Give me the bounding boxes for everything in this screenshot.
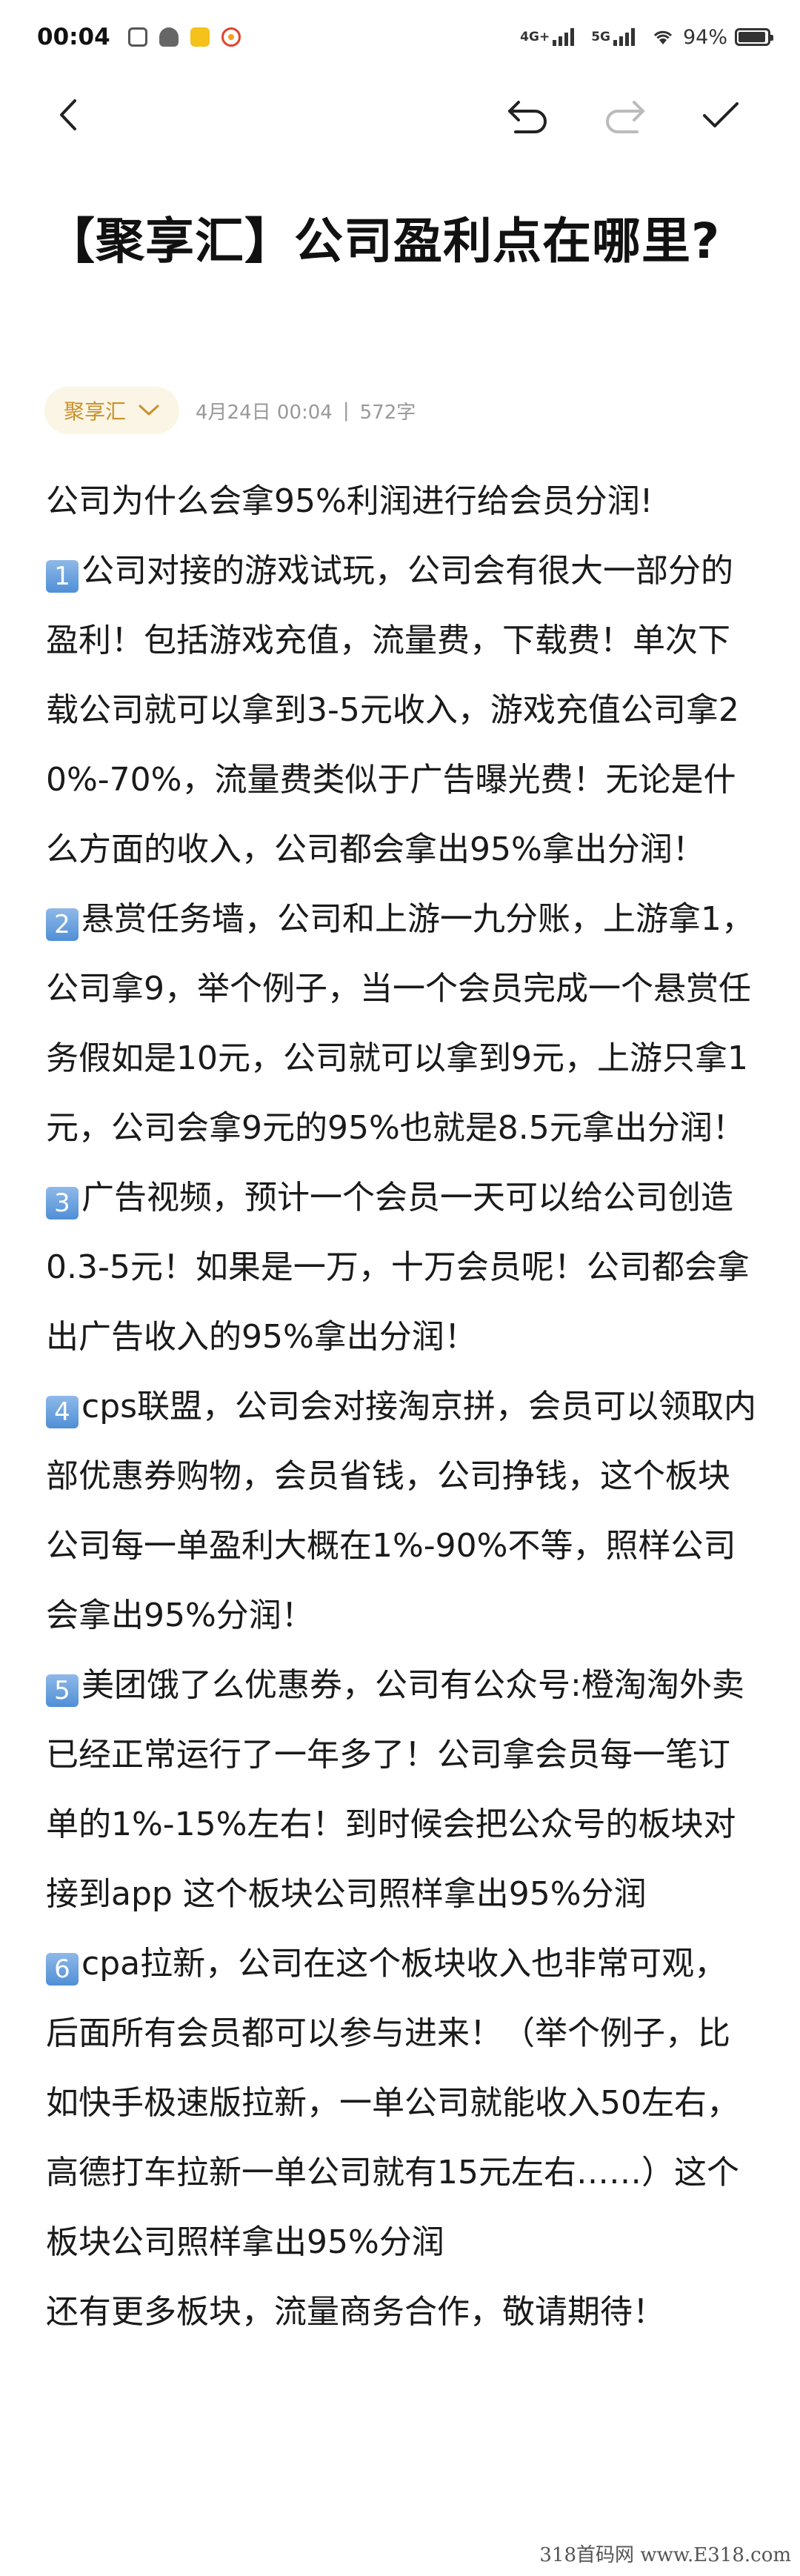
network-type-1: 4G+ [520,29,550,44]
meta-separator: | [342,399,350,422]
outro-paragraph: 还有更多板块，流量商务合作，敬请期待！ [46,2293,665,2331]
battery-icon [735,28,773,46]
article-date: 4月24日 00:04 [196,401,333,424]
section-text: cpa拉新，公司在这个板块收入也非常可观，后面所有会员都可以参与进来！（举个例子… [46,1945,739,2261]
number-badge-icon: 6 [46,1953,79,1986]
back-button[interactable] [44,90,93,139]
redo-button[interactable] [600,90,649,139]
battery-percent: 94% [682,25,727,49]
section-text: 悬赏任务墙，公司和上游一九分账，上游拿1，公司拿9，举个例子，当一个会员完成一个… [46,900,754,1147]
chevron-left-icon [60,99,76,130]
section-paragraph: 5 美团饿了么优惠券，公司有公众号:橙淘淘外卖 已经正常运行了一年多了！公司拿会员… [46,1651,757,1929]
author-name: 聚享汇 [64,399,127,424]
number-badge-icon: 4 [46,1396,79,1428]
section-text: 美团饿了么优惠券，公司有公众号:橙淘淘外卖 已经正常运行了一年多了！公司拿会员每… [46,1666,776,1913]
status-bar: 00:04 4G+ 5G 94% [0,0,800,74]
done-button[interactable] [696,90,745,139]
intro-paragraph: 公司为什么会拿95%利润进行给会员分润! [46,482,653,520]
weibo-notification-icon [221,27,241,47]
author-dropdown[interactable]: 聚享汇 [44,387,180,434]
editor-toolbar [0,74,800,156]
section-paragraph: 4 cps联盟，公司会对接淘京拼，会员可以领取内部优惠券购物，会员省钱，公司挣钱，… [46,1372,757,1651]
section-paragraph: 2 悬赏任务墙，公司和上游一九分账，上游拿1，公司拿9，举个例子，当一个会员完成一… [46,885,757,1163]
signal-icon-2 [613,28,637,46]
section-text: 广告视频，预计一个会员一天可以给公司创造0.3-5元！如果是一万，十万会员呢！公… [46,1179,750,1356]
number-badge-icon: 5 [46,1674,79,1707]
undo-icon [508,101,547,133]
site-watermark: 318首码网 www.E318.com [539,2544,791,2566]
gallery-notification-icon [127,27,147,47]
redo-icon [606,101,644,133]
number-badge-icon: 3 [46,1187,79,1219]
section-paragraph: 1 公司对接的游戏试玩，公司会有很大一部分的盈利！包括游戏充值，流量费，下载费！单… [46,536,757,885]
chevron-down-icon [139,405,159,416]
section-text: cps联盟，公司会对接淘京拼，会员可以领取内部优惠券购物，会员省钱，公司挣钱，这… [46,1388,757,1634]
number-badge-icon: 1 [46,560,79,593]
word-count: 572字 [359,401,416,424]
undo-button[interactable] [504,90,553,139]
section-paragraph: 3 广告视频，预计一个会员一天可以给公司创造0.3-5元！如果是一万，十万会员呢！… [46,1163,757,1372]
number-badge-icon: 2 [46,908,79,941]
check-icon [703,102,739,127]
section-text: 公司对接的游戏试玩，公司会有很大一部分的盈利！包括游戏充值，流量费，下载费！单次… [46,552,739,868]
article-body[interactable]: 公司为什么会拿95%利润进行给会员分润! 1 公司对接的游戏试玩，公司会有很大一部… [46,467,757,2347]
app-notification-icon [159,27,179,47]
network-type-2: 5G [591,29,610,44]
signal-icon [553,28,576,46]
status-time: 00:04 [37,24,110,50]
wifi-icon [653,30,673,44]
article-meta: 聚享汇 4月24日 00:04 | 572字 [44,387,416,434]
section-paragraph: 6 cpa拉新，公司在这个板块收入也非常可观，后面所有会员都可以参与进来！（举个例… [46,1929,757,2277]
app-notification-icon-2 [190,27,210,47]
sections-list: 1 公司对接的游戏试玩，公司会有很大一部分的盈利！包括游戏充值，流量费，下载费！单… [46,536,757,2277]
article-title[interactable]: 【聚享汇】公司盈利点在哪里? [46,202,727,282]
